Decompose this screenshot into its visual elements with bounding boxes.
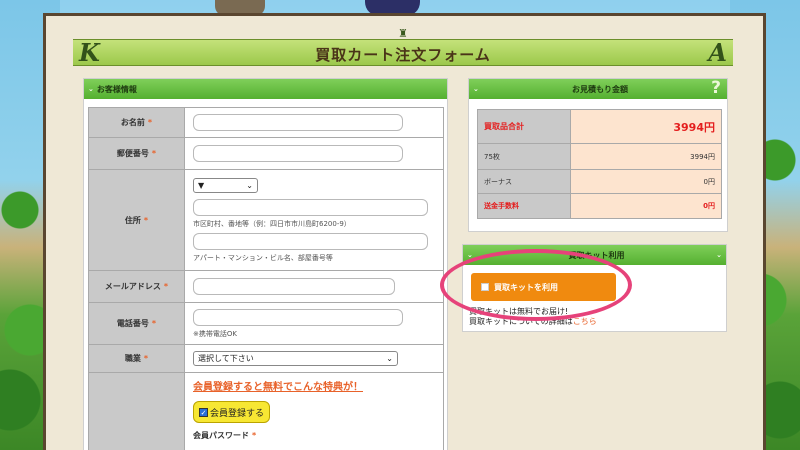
chevron-down-icon: ⌄ xyxy=(246,180,253,190)
help-icon[interactable]: ? xyxy=(711,78,721,98)
postal-label: 郵便番号 * xyxy=(88,137,185,170)
section-title: お見積もり金額 xyxy=(572,84,628,94)
address-line2-input[interactable] xyxy=(193,232,428,250)
phone-hint: ※携帯電話OK xyxy=(193,329,237,338)
estimate-row-value: 3994円 xyxy=(570,109,722,144)
estimate-row-label: ボーナス xyxy=(477,169,571,194)
customer-form-table: お名前 * 郵便番号 * 住所 * ▼ ⌄ 市区町村、番地等（例：四日市市川島町620… xyxy=(88,107,444,450)
prefecture-select[interactable]: ▼ ⌄ xyxy=(193,177,258,193)
section-title: お客様情報 xyxy=(96,84,137,94)
name-label: お名前 * xyxy=(88,107,185,138)
customer-info-header[interactable]: ⌄ お客様情報 xyxy=(84,79,447,99)
password-label: 会員パスワード * xyxy=(193,431,257,440)
phone-label: 電話番号 * xyxy=(88,302,185,345)
highlight-annotation xyxy=(440,249,632,321)
address-hint-1: 市区町村、番地等（例：四日市市川島町6200-9） xyxy=(193,219,351,228)
estimate-row-value: 0円 xyxy=(570,169,722,194)
name-input[interactable] xyxy=(193,114,403,131)
checkbox-checked-icon: ✓ xyxy=(199,407,208,417)
estimate-panel: ⌄ お見積もり金額 ? 買取品合計 3994円 75枚 3994円 ボーナス 0… xyxy=(468,78,728,232)
estimate-row-label: 送金手数料 xyxy=(477,193,571,219)
customer-info-panel: ⌄ お客様情報 お名前 * 郵便番号 * 住所 * ▼ ⌄ 市区町村、番地等（例：四日… xyxy=(83,78,448,450)
chevron-down-icon: ⌄ xyxy=(716,251,722,259)
member-label xyxy=(88,372,185,450)
estimate-header[interactable]: ⌄ お見積もり金額 ? xyxy=(469,78,727,99)
estimate-row-label: 75枚 xyxy=(477,143,571,170)
address-label: 住所 * xyxy=(88,169,185,271)
email-label: メールアドレス * xyxy=(88,270,185,303)
estimate-row-label: 買取品合計 xyxy=(477,109,571,144)
email-input[interactable] xyxy=(193,278,395,295)
job-select[interactable]: 選択して下さい ⌄ xyxy=(193,351,398,366)
banner-letter-right: A xyxy=(708,38,727,67)
member-benefits-link[interactable]: 会員登録すると無料でこんな特典が！ xyxy=(193,378,435,393)
postal-input[interactable] xyxy=(193,145,403,162)
address-line1-input[interactable] xyxy=(193,198,428,216)
estimate-row-value: 3994円 xyxy=(570,143,722,170)
estimate-row-value: 0円 xyxy=(570,193,722,219)
phone-input[interactable] xyxy=(193,308,403,326)
job-label: 職業 * xyxy=(88,344,185,373)
chevron-down-icon: ⌄ xyxy=(88,85,94,93)
kit-details-link[interactable]: こちら xyxy=(573,317,597,326)
address-hint-2: アパート・マンション・ビル名、部屋番号等 xyxy=(193,253,333,262)
estimate-table: 買取品合計 3994円 75枚 3994円 ボーナス 0円 送金手数料 0円 xyxy=(477,109,722,219)
chevron-down-icon: ⌄ xyxy=(473,85,479,93)
page-title-banner: K 買取カート注文フォーム A xyxy=(73,38,733,67)
chevron-down-icon: ⌄ xyxy=(386,354,393,363)
register-member-checkbox[interactable]: ✓ 会員登録する xyxy=(193,401,271,423)
page-title: 買取カート注文フォーム xyxy=(315,46,491,64)
